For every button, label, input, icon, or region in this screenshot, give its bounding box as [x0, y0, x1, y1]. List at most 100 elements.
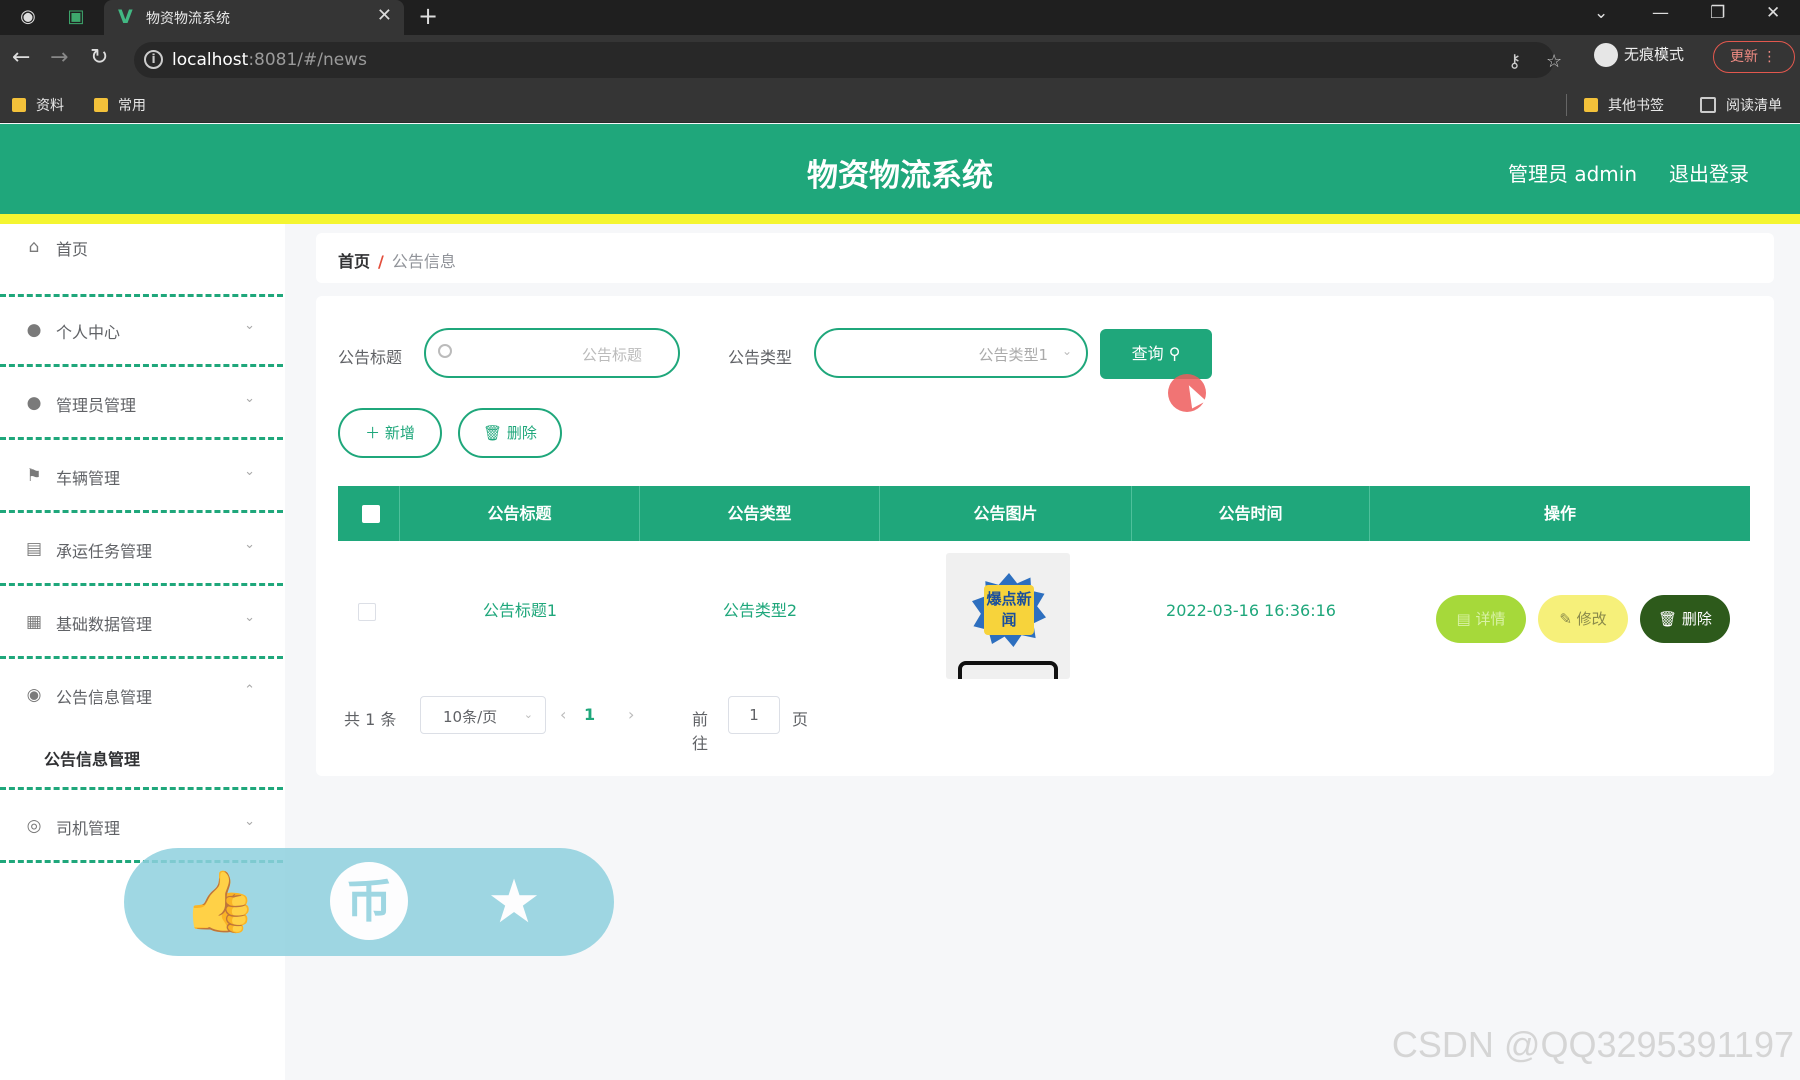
bookmark-divider — [1566, 94, 1567, 116]
select-all-checkbox[interactable] — [362, 505, 380, 523]
sidebar-item-admins[interactable]: ● 管理员管理 ⌄ — [0, 367, 283, 440]
prev-page-icon[interactable]: ‹ — [560, 705, 566, 724]
page-size-value: 10条/页 — [443, 708, 498, 726]
other-bookmarks-label: 其他书签 — [1608, 98, 1664, 114]
update-button[interactable]: 更新 ⋮ — [1713, 41, 1795, 73]
reading-list[interactable]: 阅读清单 — [1700, 95, 1782, 115]
home-icon: ⌂ — [28, 237, 40, 257]
forward-icon[interactable]: → — [50, 45, 68, 70]
tab-search-icon[interactable]: ▣ — [62, 4, 90, 30]
reload-icon[interactable]: ↻ — [90, 45, 108, 70]
folder-icon — [1584, 98, 1598, 112]
table-row: 公告标题1 公告类型2 爆点新闻 2022-03-16 16:36:16 ▤ 详… — [338, 541, 1750, 681]
reading-list-icon — [1700, 97, 1716, 113]
reading-list-label: 阅读清单 — [1726, 98, 1782, 114]
bookmark-label: 资料 — [36, 98, 64, 114]
col-type: 公告类型 — [640, 486, 880, 541]
chevron-down-icon: ⌄ — [244, 318, 255, 333]
title-search-placeholder: 公告标题 — [581, 346, 642, 364]
sidebar-item-vehicles[interactable]: ⚑ 车辆管理 ⌄ — [0, 440, 283, 513]
browser-toolbar: ← → ↻ i localhost:8081/#/news ⚷ ☆ 无痕模式 更… — [0, 35, 1800, 86]
location-icon: ◉ — [26, 685, 42, 705]
page-size-select[interactable]: 10条/页 ⌄ — [420, 696, 546, 734]
title-filter-label: 公告标题 — [338, 348, 403, 367]
search-icon: ⚲ — [1168, 344, 1181, 363]
batch-delete-label: 删除 — [506, 424, 537, 442]
page-unit-label: 页 — [792, 710, 809, 729]
chevron-down-icon: ⌄ — [1061, 344, 1072, 358]
window-close-icon[interactable]: ✕ — [1766, 3, 1780, 23]
menu-dots-icon: ⋮ — [1762, 49, 1777, 65]
add-button[interactable]: ＋ 新增 — [338, 408, 442, 458]
other-bookmarks[interactable]: 其他书签 — [1584, 95, 1664, 115]
logout-button[interactable]: 退出登录 — [1669, 158, 1749, 187]
breadcrumb-home[interactable]: 首页 — [338, 252, 370, 271]
col-image: 公告图片 — [880, 486, 1132, 541]
chevron-down-icon: ⌄ — [244, 391, 255, 406]
thumbs-up-icon[interactable]: 👍 — [180, 862, 260, 942]
main-panel: 公告标题 公告标题 公告类型 公告类型1 ⌄ 查询 ⚲ ＋ 新增 🗑 删除 公告… — [316, 296, 1774, 776]
coin-icon[interactable]: 币 — [330, 862, 408, 940]
next-page-icon[interactable]: › — [628, 705, 634, 724]
thumbnail-phone — [958, 661, 1058, 679]
title-search-input[interactable]: 公告标题 — [424, 328, 680, 378]
browser-tab[interactable]: V 物资物流系统 ✕ — [104, 0, 404, 35]
watermark: CSDN @QQ3295391197 — [1391, 1024, 1794, 1065]
sidebar-item-label: 车辆管理 — [56, 469, 121, 488]
sidebar-item-label: 公告信息管理 — [56, 688, 153, 707]
chevron-down-icon: ⌄ — [244, 814, 255, 829]
sidebar-item-label: 基础数据管理 — [56, 615, 153, 634]
detail-button[interactable]: ▤ 详情 — [1436, 595, 1526, 643]
sidebar-item-label: 首页 — [56, 240, 89, 259]
trash-icon: 🗑 — [483, 424, 503, 442]
cell-title: 公告标题1 — [482, 601, 558, 620]
site-info-icon[interactable]: i — [144, 50, 163, 69]
tab-close-icon[interactable]: ✕ — [377, 5, 392, 26]
edit-button[interactable]: ✎ 修改 — [1538, 595, 1628, 643]
goto-page-input[interactable]: 1 — [728, 696, 780, 734]
sidebar-item-profile[interactable]: ● 个人中心 ⌄ — [0, 294, 283, 367]
query-button[interactable]: 查询 ⚲ — [1100, 329, 1212, 379]
type-select-value: 公告类型1 — [978, 346, 1048, 364]
url-path: :8081/#/news — [248, 50, 367, 70]
batch-delete-button[interactable]: 🗑 删除 — [458, 408, 562, 458]
incognito-indicator[interactable]: 无痕模式 — [1594, 43, 1684, 67]
browser-tab-bar: ◉ ▣ V 物资物流系统 ✕ + ⌄ — ❐ ✕ — [0, 0, 1800, 35]
sidebar-item-tasks[interactable]: ▤ 承运任务管理 ⌄ — [0, 513, 283, 586]
star-icon[interactable]: ★ — [474, 862, 554, 942]
folder-icon — [94, 98, 108, 112]
restore-icon[interactable]: ❐ — [1710, 3, 1725, 23]
col-actions: 操作 — [1543, 504, 1576, 523]
row-checkbox[interactable] — [358, 603, 376, 621]
new-tab-icon[interactable]: + — [418, 2, 438, 30]
notice-thumbnail[interactable]: 爆点新闻 — [946, 553, 1070, 679]
sidebar-item-notices[interactable]: ◉ 公告信息管理 ⌃ — [0, 659, 283, 732]
row-delete-button[interactable]: 🗑 删除 — [1640, 595, 1730, 643]
cell-time: 2022-03-16 16:36:16 — [1166, 601, 1336, 620]
edit-icon: ✎ — [1559, 610, 1572, 628]
floating-action-bar: 👍 币 ★ — [124, 848, 614, 956]
password-key-icon[interactable]: ⚷ — [1508, 51, 1521, 72]
minimize-icon[interactable]: — — [1652, 3, 1669, 23]
table-header: 公告标题 公告类型 公告图片 公告时间 操作 — [338, 486, 1750, 541]
tab-title: 物资物流系统 — [146, 11, 230, 27]
page-number[interactable]: 1 — [584, 705, 595, 724]
app-header: 物资物流系统 管理员 admin 退出登录 — [0, 124, 1800, 214]
tab-list-icon[interactable]: ⌄ — [1594, 3, 1608, 23]
address-bar[interactable]: i localhost:8081/#/news ⚷ ☆ — [134, 42, 1562, 78]
type-select[interactable]: 公告类型1 ⌄ — [814, 328, 1088, 378]
bookmarks-bar: 资料 常用 其他书签 阅读清单 — [0, 86, 1800, 123]
bookmark-folder-2[interactable]: 常用 — [94, 95, 146, 115]
browser-profile-icon[interactable]: ◉ — [14, 4, 42, 30]
sidebar-subitem-notices[interactable]: 公告信息管理 — [0, 724, 283, 790]
sidebar-item-basedata[interactable]: ▦ 基础数据管理 ⌄ — [0, 586, 283, 659]
col-title: 公告标题 — [400, 486, 640, 541]
detail-icon: ▤ — [1456, 610, 1471, 628]
trash-icon: 🗑 — [1658, 610, 1678, 628]
bookmark-star-icon[interactable]: ☆ — [1546, 51, 1562, 72]
sidebar-item-home[interactable]: ⌂ 首页 — [0, 224, 283, 297]
chat-icon: ▤ — [25, 539, 43, 559]
back-icon[interactable]: ← — [12, 45, 30, 70]
search-icon — [438, 344, 452, 358]
bookmark-folder-1[interactable]: 资料 — [12, 95, 64, 115]
